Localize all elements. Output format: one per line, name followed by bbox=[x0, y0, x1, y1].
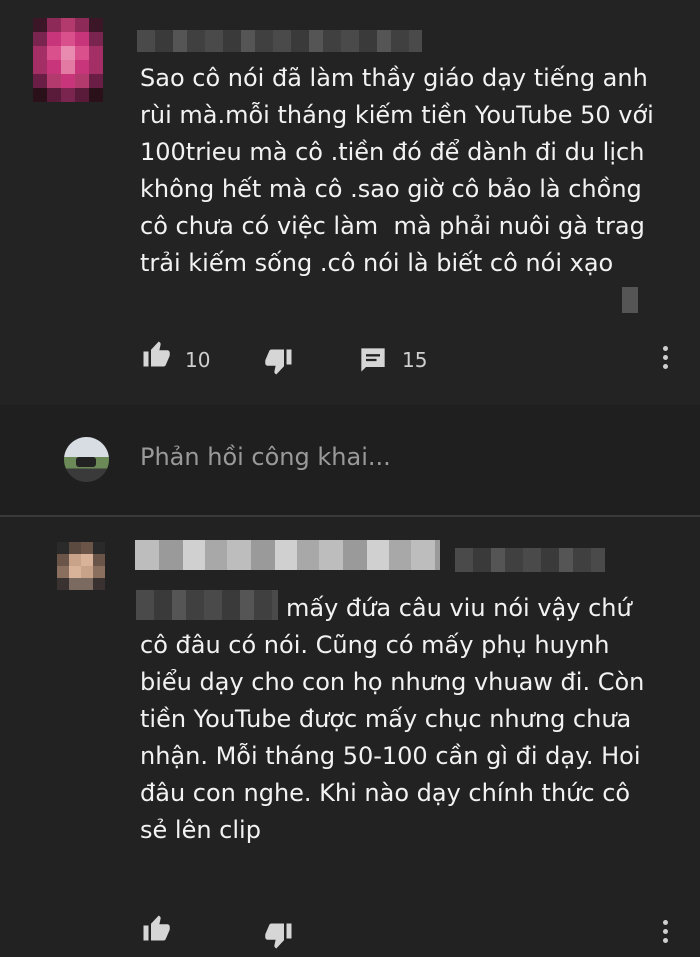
comment-text: Sao cô nói đã làm thầy giáo dạy tiếng an… bbox=[140, 64, 654, 277]
reply-text: mấy đứa câu viu nói vậy chứ cô đâu có nó… bbox=[140, 594, 645, 844]
more-vertical-icon[interactable] bbox=[663, 346, 668, 373]
thumbs-down-icon[interactable] bbox=[264, 920, 294, 956]
more-vertical-icon[interactable] bbox=[663, 920, 668, 947]
reply-count: 15 bbox=[402, 348, 428, 372]
thumbs-up-icon[interactable] bbox=[141, 338, 171, 374]
user-avatar bbox=[64, 437, 109, 482]
reply-actions bbox=[0, 912, 700, 952]
commenter-avatar[interactable] bbox=[33, 18, 103, 102]
redacted-username bbox=[137, 30, 422, 52]
comment-icon[interactable] bbox=[359, 346, 387, 378]
reply-input[interactable]: Phản hồi công khai... bbox=[140, 443, 391, 471]
reply-author-avatar[interactable] bbox=[57, 542, 105, 590]
comment-actions: 10 15 bbox=[0, 338, 700, 378]
thumbs-down-icon[interactable] bbox=[264, 346, 294, 382]
thumbs-up-icon[interactable] bbox=[141, 912, 171, 948]
redacted-emoji bbox=[622, 287, 638, 313]
like-count: 10 bbox=[185, 348, 211, 372]
comment-card: Sao cô nói đã làm thầy giáo dạy tiếng an… bbox=[0, 0, 700, 405]
redacted-reply-username bbox=[135, 540, 440, 570]
redacted-reply-meta bbox=[455, 548, 605, 572]
